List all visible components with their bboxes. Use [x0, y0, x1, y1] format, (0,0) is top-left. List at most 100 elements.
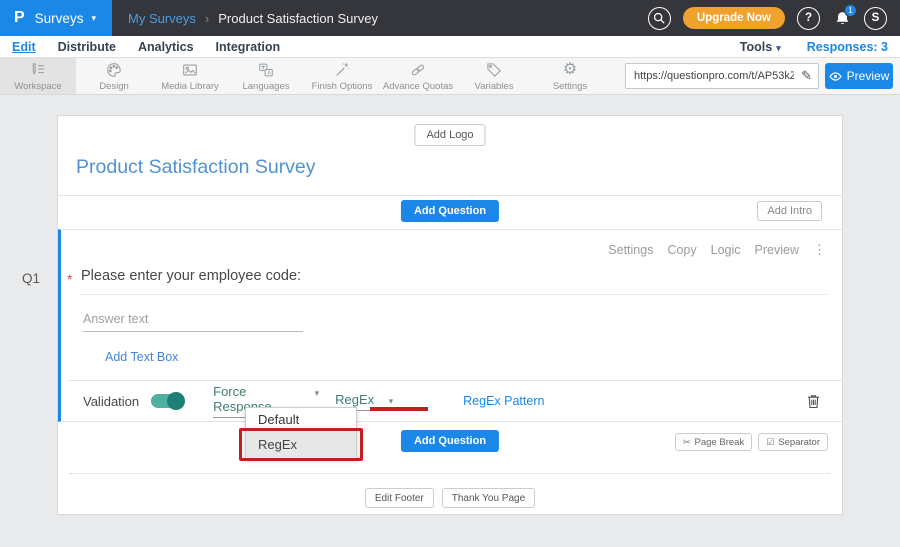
trash-icon	[807, 394, 820, 409]
top-bar-actions: Upgrade Now ? 1 S	[648, 7, 900, 30]
toolbar-settings[interactable]: ⚙ Settings	[532, 58, 608, 94]
design-palette-icon	[105, 61, 123, 79]
surveys-menu-label: Surveys	[35, 11, 84, 26]
survey-canvas: Q1 Add Logo Product Satisfaction Survey …	[0, 95, 900, 547]
page-break-label: Page Break	[695, 437, 745, 448]
regex-pattern-link[interactable]: RegEx Pattern	[463, 394, 544, 408]
notification-badge: 1	[844, 4, 857, 17]
upgrade-now-button[interactable]: Upgrade Now	[683, 7, 785, 29]
chevron-down-icon: ▾	[776, 43, 781, 53]
tab-distribute[interactable]: Distribute	[58, 40, 116, 54]
toolbar-workspace-label: Workspace	[14, 81, 61, 92]
toolbar-design[interactable]: Design	[76, 58, 152, 94]
add-intro-button[interactable]: Add Intro	[757, 201, 822, 221]
editor-toolbar: Workspace Design Media Library A Languag…	[0, 58, 900, 95]
responses-count[interactable]: Responses: 3	[807, 40, 888, 54]
survey-url-input[interactable]	[626, 64, 794, 88]
edit-url-pencil-icon[interactable]: ✎	[801, 68, 812, 84]
toolbar-finish-options-label: Finish Options	[312, 81, 373, 92]
question-text[interactable]: Please enter your employee code:	[81, 268, 301, 284]
add-question-row-bottom: Add Question ✂ Page Break ☑Separator	[58, 422, 842, 462]
tools-menu[interactable]: Tools ▾	[740, 40, 781, 54]
validation-row: Validation Force Response ▾ RegEx ▾ RegE…	[69, 380, 842, 421]
toolbar-languages-label: Languages	[242, 81, 289, 92]
toolbar-variables-label: Variables	[475, 81, 514, 92]
menu-option-regex[interactable]: RegEx	[246, 431, 356, 458]
separator-box-icon: ☑	[766, 437, 774, 448]
validation-type-value: RegEx	[335, 392, 374, 407]
question-settings-link[interactable]: Settings	[608, 243, 653, 257]
chevron-down-icon: ▾	[91, 13, 96, 24]
questionpro-logo-icon: P	[14, 9, 25, 27]
tab-analytics[interactable]: Analytics	[138, 40, 194, 54]
question-block: Settings Copy Logic Preview ⋮ * Please e…	[58, 229, 842, 422]
toolbar-variables[interactable]: Variables	[456, 58, 532, 94]
surveys-menu[interactable]: P Surveys ▾	[0, 0, 112, 36]
media-image-icon	[181, 61, 199, 79]
scissors-icon: ✂	[683, 437, 691, 448]
validation-type-menu: Default RegEx	[245, 407, 357, 459]
add-question-button-top[interactable]: Add Question	[401, 200, 499, 222]
question-preview-link[interactable]: Preview	[755, 243, 799, 257]
question-underline	[81, 294, 827, 295]
question-number: Q1	[22, 271, 40, 286]
preview-button[interactable]: Preview	[825, 63, 893, 89]
survey-title[interactable]: Product Satisfaction Survey	[76, 156, 316, 179]
survey-nav: Edit Distribute Analytics Integration To…	[0, 36, 900, 58]
magic-wand-icon	[333, 61, 351, 79]
question-logic-link[interactable]: Logic	[711, 243, 741, 257]
tag-icon	[485, 61, 503, 79]
search-icon	[653, 12, 665, 24]
toolbar-finish-options[interactable]: Finish Options	[304, 58, 380, 94]
toolbar-advance-quotas[interactable]: Advance Quotas	[380, 58, 456, 94]
toolbar-media-library[interactable]: Media Library	[152, 58, 228, 94]
help-button[interactable]: ?	[797, 7, 820, 30]
toolbar-settings-label: Settings	[553, 81, 587, 92]
page-break-button[interactable]: ✂ Page Break	[675, 433, 752, 451]
answer-text-input[interactable]	[83, 306, 303, 332]
toolbar-workspace[interactable]: Workspace	[0, 58, 76, 94]
required-asterisk: *	[67, 271, 72, 287]
toolbar-advance-quotas-label: Advance Quotas	[383, 81, 453, 92]
questionpro-survey-editor: P Surveys ▾ My Surveys › Product Satisfa…	[0, 0, 900, 547]
chevron-down-icon: ▾	[389, 396, 394, 407]
page-controls: ✂ Page Break ☑Separator	[675, 433, 828, 451]
add-question-row-top: Add Question Add Intro	[58, 195, 842, 229]
toggle-knob	[167, 392, 185, 410]
delete-question-button[interactable]	[807, 394, 820, 409]
toolbar-design-label: Design	[99, 81, 129, 92]
gear-icon: ⚙	[563, 61, 577, 79]
edit-footer-button[interactable]: Edit Footer	[365, 488, 434, 508]
breadcrumb-current-survey: Product Satisfaction Survey	[218, 11, 378, 26]
thank-you-page-button[interactable]: Thank You Page	[442, 488, 535, 508]
top-bar: P Surveys ▾ My Surveys › Product Satisfa…	[0, 0, 900, 36]
workspace-icon	[29, 61, 47, 79]
avatar-initial: S	[872, 12, 880, 24]
eye-icon	[829, 72, 842, 81]
question-mark-icon: ?	[805, 12, 812, 24]
breadcrumb-separator: ›	[205, 11, 209, 26]
tab-integration[interactable]: Integration	[216, 40, 281, 54]
add-logo-button[interactable]: Add Logo	[414, 124, 485, 146]
kebab-menu-icon[interactable]: ⋮	[813, 242, 826, 258]
breadcrumb-my-surveys[interactable]: My Surveys	[128, 11, 196, 26]
menu-option-default[interactable]: Default	[246, 408, 356, 431]
account-avatar[interactable]: S	[864, 7, 887, 30]
nav-right: Tools ▾ Responses: 3	[740, 40, 888, 54]
dotted-divider	[70, 473, 830, 474]
validation-label: Validation	[83, 394, 139, 409]
question-actions: Settings Copy Logic Preview ⋮	[608, 242, 826, 258]
add-question-button-bottom[interactable]: Add Question	[401, 430, 499, 452]
separator-button[interactable]: ☑Separator	[758, 433, 828, 451]
toolbar-languages[interactable]: A Languages	[228, 58, 304, 94]
chevron-down-icon: ▾	[315, 388, 320, 399]
question-copy-link[interactable]: Copy	[667, 243, 696, 257]
search-button[interactable]	[648, 7, 671, 30]
add-text-box-link[interactable]: Add Text Box	[105, 350, 178, 364]
tools-label: Tools	[740, 40, 772, 54]
breadcrumb: My Surveys › Product Satisfaction Survey	[128, 11, 378, 26]
tab-edit[interactable]: Edit	[12, 40, 36, 54]
notifications-button[interactable]: 1	[832, 8, 852, 28]
validation-toggle[interactable]	[151, 394, 183, 408]
languages-icon: A	[257, 61, 275, 79]
